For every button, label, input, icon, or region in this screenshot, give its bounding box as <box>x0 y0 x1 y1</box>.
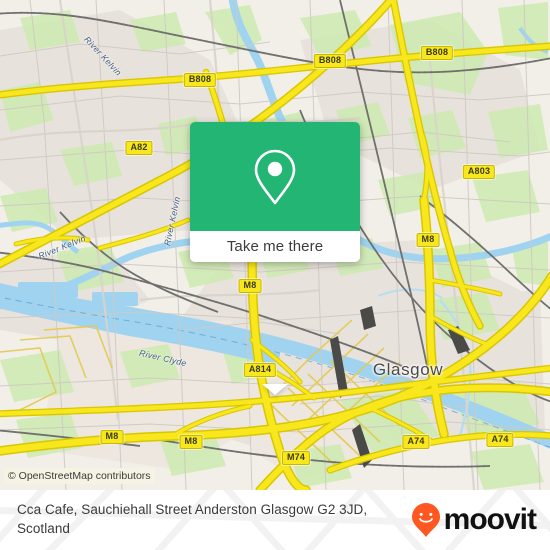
road-shield: A803 <box>462 165 496 179</box>
road-shield: M8 <box>416 233 440 247</box>
road-shield: M8 <box>100 430 124 444</box>
map-pin-icon <box>254 149 296 204</box>
moovit-wordmark: moovit <box>443 503 537 536</box>
osm-attribution[interactable]: © OpenStreetMap contributors <box>4 467 155 484</box>
place-label: Glasgow <box>372 360 444 379</box>
take-me-there-button[interactable]: Take me there <box>190 231 360 262</box>
road-shield: B808 <box>183 73 217 87</box>
moovit-pin-smile-icon <box>411 503 440 537</box>
road-shield: A82 <box>125 141 153 155</box>
road-shield: B808 <box>313 54 347 68</box>
moovit-map-screenshot: River Kelvin River Kelvin River Kelvin Rive… <box>0 0 550 550</box>
road-shield: B808 <box>420 46 454 60</box>
place-popup-card[interactable]: Take me there <box>190 122 360 395</box>
road-shield: M8 <box>179 435 203 449</box>
road-shield: A74 <box>402 435 430 449</box>
place-address: Cca Cafe, Sauchiehall Street Anderston G… <box>17 502 368 536</box>
road-shield: M74 <box>281 451 311 465</box>
popup-card-image <box>190 122 360 231</box>
road-shield: A814 <box>243 363 277 377</box>
road-shield: M8 <box>238 279 262 293</box>
footer-bar: Cca Cafe, Sauchiehall Street Anderston G… <box>0 490 550 550</box>
moovit-logo[interactable]: moovit <box>411 502 550 538</box>
popup-card-tail <box>262 384 288 395</box>
road-shield: A74 <box>486 433 514 447</box>
